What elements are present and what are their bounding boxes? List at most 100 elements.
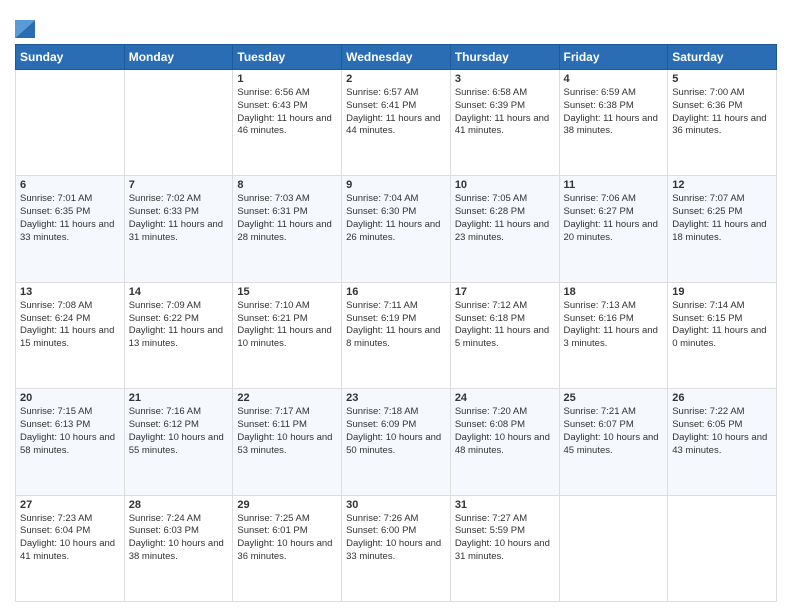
calendar-cell: 21 Sunrise: 7:16 AM Sunset: 6:12 PM Dayl… bbox=[124, 389, 233, 495]
day-info: Sunrise: 7:21 AM Sunset: 6:07 PM Dayligh… bbox=[564, 406, 664, 457]
sunset-text: Sunset: 6:09 PM bbox=[346, 419, 416, 430]
sunset-text: Sunset: 6:43 PM bbox=[237, 100, 307, 111]
day-number: 1 bbox=[237, 73, 337, 85]
daylight-text: Daylight: 11 hours and 44 minutes. bbox=[346, 113, 440, 137]
calendar-cell: 9 Sunrise: 7:04 AM Sunset: 6:30 PM Dayli… bbox=[342, 176, 451, 282]
sunrise-text: Sunrise: 6:58 AM bbox=[455, 87, 527, 98]
calendar-cell: 17 Sunrise: 7:12 AM Sunset: 6:18 PM Dayl… bbox=[450, 282, 559, 388]
day-number: 3 bbox=[455, 73, 555, 85]
calendar-cell: 4 Sunrise: 6:59 AM Sunset: 6:38 PM Dayli… bbox=[559, 70, 668, 176]
calendar-cell: 22 Sunrise: 7:17 AM Sunset: 6:11 PM Dayl… bbox=[233, 389, 342, 495]
calendar-header-saturday: Saturday bbox=[668, 45, 777, 70]
calendar-cell: 7 Sunrise: 7:02 AM Sunset: 6:33 PM Dayli… bbox=[124, 176, 233, 282]
day-number: 6 bbox=[20, 179, 120, 191]
logo-icon bbox=[15, 10, 35, 38]
calendar-cell: 3 Sunrise: 6:58 AM Sunset: 6:39 PM Dayli… bbox=[450, 70, 559, 176]
day-number: 5 bbox=[672, 73, 772, 85]
daylight-text: Daylight: 10 hours and 48 minutes. bbox=[455, 432, 550, 456]
sunset-text: Sunset: 6:38 PM bbox=[564, 100, 634, 111]
daylight-text: Daylight: 11 hours and 36 minutes. bbox=[672, 113, 766, 137]
daylight-text: Daylight: 11 hours and 46 minutes. bbox=[237, 113, 331, 137]
calendar-week-5: 27 Sunrise: 7:23 AM Sunset: 6:04 PM Dayl… bbox=[16, 495, 777, 601]
day-info: Sunrise: 7:18 AM Sunset: 6:09 PM Dayligh… bbox=[346, 406, 446, 457]
daylight-text: Daylight: 11 hours and 8 minutes. bbox=[346, 325, 440, 349]
calendar-week-4: 20 Sunrise: 7:15 AM Sunset: 6:13 PM Dayl… bbox=[16, 389, 777, 495]
daylight-text: Daylight: 11 hours and 20 minutes. bbox=[564, 219, 658, 243]
day-number: 15 bbox=[237, 286, 337, 298]
header bbox=[15, 10, 777, 38]
sunrise-text: Sunrise: 7:12 AM bbox=[455, 300, 527, 311]
calendar-cell: 23 Sunrise: 7:18 AM Sunset: 6:09 PM Dayl… bbox=[342, 389, 451, 495]
sunrise-text: Sunrise: 6:56 AM bbox=[237, 87, 309, 98]
daylight-text: Daylight: 10 hours and 43 minutes. bbox=[672, 432, 767, 456]
day-info: Sunrise: 7:17 AM Sunset: 6:11 PM Dayligh… bbox=[237, 406, 337, 457]
sunset-text: Sunset: 6:00 PM bbox=[346, 525, 416, 536]
sunset-text: Sunset: 6:36 PM bbox=[672, 100, 742, 111]
sunset-text: Sunset: 6:16 PM bbox=[564, 313, 634, 324]
day-number: 7 bbox=[129, 179, 229, 191]
sunset-text: Sunset: 6:41 PM bbox=[346, 100, 416, 111]
day-info: Sunrise: 7:20 AM Sunset: 6:08 PM Dayligh… bbox=[455, 406, 555, 457]
sunset-text: Sunset: 6:21 PM bbox=[237, 313, 307, 324]
day-info: Sunrise: 7:10 AM Sunset: 6:21 PM Dayligh… bbox=[237, 300, 337, 351]
day-info: Sunrise: 7:15 AM Sunset: 6:13 PM Dayligh… bbox=[20, 406, 120, 457]
day-info: Sunrise: 7:23 AM Sunset: 6:04 PM Dayligh… bbox=[20, 513, 120, 564]
sunrise-text: Sunrise: 7:20 AM bbox=[455, 406, 527, 417]
calendar-header-friday: Friday bbox=[559, 45, 668, 70]
sunset-text: Sunset: 6:22 PM bbox=[129, 313, 199, 324]
daylight-text: Daylight: 10 hours and 58 minutes. bbox=[20, 432, 115, 456]
sunrise-text: Sunrise: 7:17 AM bbox=[237, 406, 309, 417]
day-number: 23 bbox=[346, 392, 446, 404]
day-info: Sunrise: 7:22 AM Sunset: 6:05 PM Dayligh… bbox=[672, 406, 772, 457]
daylight-text: Daylight: 10 hours and 55 minutes. bbox=[129, 432, 224, 456]
calendar-cell: 1 Sunrise: 6:56 AM Sunset: 6:43 PM Dayli… bbox=[233, 70, 342, 176]
sunset-text: Sunset: 6:15 PM bbox=[672, 313, 742, 324]
daylight-text: Daylight: 10 hours and 33 minutes. bbox=[346, 538, 441, 562]
sunrise-text: Sunrise: 7:21 AM bbox=[564, 406, 636, 417]
sunrise-text: Sunrise: 7:22 AM bbox=[672, 406, 744, 417]
calendar-cell bbox=[16, 70, 125, 176]
day-info: Sunrise: 7:24 AM Sunset: 6:03 PM Dayligh… bbox=[129, 513, 229, 564]
calendar-cell: 28 Sunrise: 7:24 AM Sunset: 6:03 PM Dayl… bbox=[124, 495, 233, 601]
daylight-text: Daylight: 11 hours and 3 minutes. bbox=[564, 325, 658, 349]
calendar-header-row: SundayMondayTuesdayWednesdayThursdayFrid… bbox=[16, 45, 777, 70]
daylight-text: Daylight: 11 hours and 28 minutes. bbox=[237, 219, 331, 243]
sunset-text: Sunset: 6:05 PM bbox=[672, 419, 742, 430]
day-number: 11 bbox=[564, 179, 664, 191]
day-info: Sunrise: 6:57 AM Sunset: 6:41 PM Dayligh… bbox=[346, 87, 446, 138]
sunrise-text: Sunrise: 7:08 AM bbox=[20, 300, 92, 311]
sunrise-text: Sunrise: 6:59 AM bbox=[564, 87, 636, 98]
sunset-text: Sunset: 6:13 PM bbox=[20, 419, 90, 430]
day-info: Sunrise: 7:05 AM Sunset: 6:28 PM Dayligh… bbox=[455, 193, 555, 244]
sunset-text: Sunset: 6:39 PM bbox=[455, 100, 525, 111]
daylight-text: Daylight: 11 hours and 33 minutes. bbox=[20, 219, 114, 243]
day-info: Sunrise: 7:26 AM Sunset: 6:00 PM Dayligh… bbox=[346, 513, 446, 564]
sunset-text: Sunset: 6:35 PM bbox=[20, 206, 90, 217]
calendar-cell: 12 Sunrise: 7:07 AM Sunset: 6:25 PM Dayl… bbox=[668, 176, 777, 282]
daylight-text: Daylight: 10 hours and 36 minutes. bbox=[237, 538, 332, 562]
sunset-text: Sunset: 6:08 PM bbox=[455, 419, 525, 430]
sunrise-text: Sunrise: 7:26 AM bbox=[346, 513, 418, 524]
daylight-text: Daylight: 11 hours and 38 minutes. bbox=[564, 113, 658, 137]
daylight-text: Daylight: 11 hours and 5 minutes. bbox=[455, 325, 549, 349]
sunrise-text: Sunrise: 7:07 AM bbox=[672, 193, 744, 204]
daylight-text: Daylight: 11 hours and 26 minutes. bbox=[346, 219, 440, 243]
sunrise-text: Sunrise: 7:05 AM bbox=[455, 193, 527, 204]
calendar-cell: 14 Sunrise: 7:09 AM Sunset: 6:22 PM Dayl… bbox=[124, 282, 233, 388]
sunrise-text: Sunrise: 7:09 AM bbox=[129, 300, 201, 311]
day-number: 26 bbox=[672, 392, 772, 404]
sunset-text: Sunset: 6:12 PM bbox=[129, 419, 199, 430]
sunrise-text: Sunrise: 7:03 AM bbox=[237, 193, 309, 204]
daylight-text: Daylight: 11 hours and 18 minutes. bbox=[672, 219, 766, 243]
day-info: Sunrise: 7:02 AM Sunset: 6:33 PM Dayligh… bbox=[129, 193, 229, 244]
day-info: Sunrise: 7:08 AM Sunset: 6:24 PM Dayligh… bbox=[20, 300, 120, 351]
day-number: 21 bbox=[129, 392, 229, 404]
sunrise-text: Sunrise: 7:00 AM bbox=[672, 87, 744, 98]
day-info: Sunrise: 7:25 AM Sunset: 6:01 PM Dayligh… bbox=[237, 513, 337, 564]
calendar-cell: 8 Sunrise: 7:03 AM Sunset: 6:31 PM Dayli… bbox=[233, 176, 342, 282]
calendar-cell: 5 Sunrise: 7:00 AM Sunset: 6:36 PM Dayli… bbox=[668, 70, 777, 176]
day-number: 18 bbox=[564, 286, 664, 298]
day-info: Sunrise: 7:27 AM Sunset: 5:59 PM Dayligh… bbox=[455, 513, 555, 564]
calendar-week-3: 13 Sunrise: 7:08 AM Sunset: 6:24 PM Dayl… bbox=[16, 282, 777, 388]
day-number: 13 bbox=[20, 286, 120, 298]
